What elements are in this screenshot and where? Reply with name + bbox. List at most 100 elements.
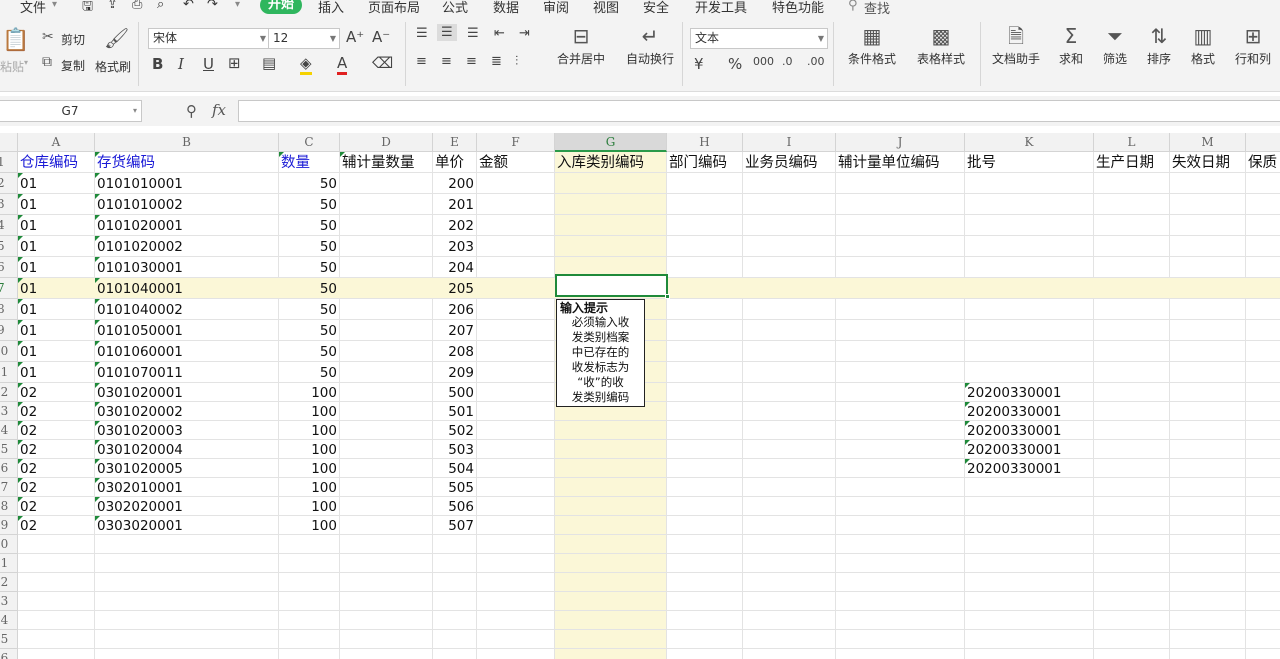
- tab-formulas[interactable]: 公式: [442, 0, 468, 16]
- number-format-select[interactable]: 文本 ▼: [690, 28, 828, 49]
- row-header[interactable]: 15: [0, 440, 18, 459]
- batch-number-cell[interactable]: 20200330001: [967, 384, 1091, 402]
- header-cell-g[interactable]: 入库类别编码: [557, 153, 664, 173]
- sum-button[interactable]: Σ 求和: [1052, 24, 1090, 67]
- wrap-text-button[interactable]: ↵ 自动换行: [622, 24, 678, 67]
- copy-button[interactable]: 复制: [61, 57, 85, 74]
- column-header-k[interactable]: K: [965, 133, 1094, 152]
- inventory-code-cell[interactable]: 0101050001: [97, 321, 276, 341]
- quantity-cell[interactable]: 100: [281, 403, 337, 421]
- currency-icon[interactable]: ¥: [694, 55, 704, 73]
- header-cell-k[interactable]: 批号: [967, 153, 1091, 173]
- thousands-icon[interactable]: 000: [753, 55, 774, 68]
- batch-number-cell[interactable]: 20200330001: [967, 460, 1091, 478]
- row-header[interactable]: 2: [0, 173, 18, 194]
- font-color-icon[interactable]: A: [337, 54, 348, 75]
- quantity-cell[interactable]: 50: [281, 279, 337, 299]
- header-cell-h[interactable]: 部门编码: [669, 153, 740, 173]
- warehouse-code-cell[interactable]: 02: [20, 422, 92, 440]
- warehouse-code-cell[interactable]: 02: [20, 441, 92, 459]
- quantity-cell[interactable]: 50: [281, 300, 337, 320]
- quantity-cell[interactable]: 50: [281, 342, 337, 362]
- unit-price-cell[interactable]: 207: [435, 321, 474, 341]
- inventory-code-cell[interactable]: 0301020005: [97, 460, 276, 478]
- quantity-cell[interactable]: 100: [281, 460, 337, 478]
- unit-price-cell[interactable]: 208: [435, 342, 474, 362]
- row-header[interactable]: 9: [0, 320, 18, 341]
- header-cell-d[interactable]: 辅计量数量: [342, 153, 430, 173]
- merge-center-button[interactable]: ⊟ 合并居中: [553, 24, 609, 67]
- inventory-code-cell[interactable]: 0101020002: [97, 237, 276, 257]
- tab-developer[interactable]: 开发工具: [695, 0, 747, 16]
- inventory-code-cell[interactable]: 0101040001: [97, 279, 276, 299]
- column-header-e[interactable]: E: [433, 133, 477, 152]
- unit-price-cell[interactable]: 502: [435, 422, 474, 440]
- column-header-f[interactable]: F: [477, 133, 555, 152]
- batch-number-cell[interactable]: 20200330001: [967, 441, 1091, 459]
- quantity-cell[interactable]: 50: [281, 363, 337, 383]
- column-header-c[interactable]: C: [279, 133, 340, 152]
- row-header[interactable]: 20: [0, 535, 18, 554]
- decrease-font-icon[interactable]: A⁻: [372, 28, 390, 46]
- inventory-code-cell[interactable]: 0101040002: [97, 300, 276, 320]
- font-size-select[interactable]: 12 ▼: [268, 28, 340, 49]
- paste-dropdown-icon[interactable]: ▾: [24, 58, 28, 67]
- copy-icon[interactable]: ⧉: [42, 54, 52, 70]
- formula-input[interactable]: [238, 100, 1280, 122]
- inventory-code-cell[interactable]: 0301020004: [97, 441, 276, 459]
- name-box[interactable]: G7 ▾: [0, 100, 142, 122]
- print-icon[interactable]: ⎙: [132, 0, 142, 12]
- unit-price-cell[interactable]: 206: [435, 300, 474, 320]
- unit-price-cell[interactable]: 200: [435, 174, 474, 194]
- format-painter-button[interactable]: 格式刷: [95, 58, 131, 75]
- italic-icon[interactable]: I: [178, 55, 184, 73]
- row-header[interactable]: 13: [0, 402, 18, 421]
- unit-price-cell[interactable]: 203: [435, 237, 474, 257]
- fill-handle[interactable]: [665, 294, 670, 299]
- header-cell-f[interactable]: 金额: [479, 153, 552, 173]
- unit-price-cell[interactable]: 506: [435, 498, 474, 516]
- align-top-icon[interactable]: ☰: [416, 26, 428, 41]
- warehouse-code-cell[interactable]: 01: [20, 237, 92, 257]
- decrease-decimal-icon[interactable]: .00: [807, 55, 825, 68]
- justify-icon[interactable]: ≣: [491, 54, 502, 69]
- warehouse-code-cell[interactable]: 01: [20, 321, 92, 341]
- header-cell-i[interactable]: 业务员编码: [745, 153, 833, 173]
- column-header-i[interactable]: I: [743, 133, 836, 152]
- column-header-l[interactable]: L: [1094, 133, 1170, 152]
- quantity-cell[interactable]: 100: [281, 422, 337, 440]
- unit-price-cell[interactable]: 204: [435, 258, 474, 278]
- menu-file[interactable]: 文件: [20, 0, 46, 16]
- bold-icon[interactable]: B: [152, 55, 163, 73]
- redo-icon[interactable]: ↷: [207, 0, 218, 12]
- outdent-icon[interactable]: ⇤: [494, 26, 505, 41]
- column-header-d[interactable]: D: [340, 133, 433, 152]
- warehouse-code-cell[interactable]: 02: [20, 498, 92, 516]
- column-header-g[interactable]: G: [555, 133, 667, 152]
- row-header[interactable]: 19: [0, 516, 18, 535]
- header-cell-e[interactable]: 单价: [435, 153, 474, 173]
- row-header[interactable]: 11: [0, 362, 18, 383]
- column-header-m[interactable]: M: [1170, 133, 1246, 152]
- row-header[interactable]: 8: [0, 299, 18, 320]
- align-middle-icon[interactable]: ☰: [437, 24, 457, 41]
- warehouse-code-cell[interactable]: 01: [20, 279, 92, 299]
- inventory-code-cell[interactable]: 0101020001: [97, 216, 276, 236]
- row-header[interactable]: 14: [0, 421, 18, 440]
- header-cell-b[interactable]: 存货编码: [97, 153, 276, 173]
- quantity-cell[interactable]: 100: [281, 498, 337, 516]
- unit-price-cell[interactable]: 500: [435, 384, 474, 402]
- inventory-code-cell[interactable]: 0302010001: [97, 479, 276, 497]
- tab-security[interactable]: 安全: [643, 0, 669, 16]
- warehouse-code-cell[interactable]: 01: [20, 174, 92, 194]
- align-bottom-icon[interactable]: ☰: [467, 26, 479, 41]
- unit-price-cell[interactable]: 202: [435, 216, 474, 236]
- percent-icon[interactable]: %: [728, 55, 742, 73]
- header-cell-n[interactable]: 保质: [1248, 153, 1280, 173]
- unit-price-cell[interactable]: 507: [435, 517, 474, 535]
- align-left-icon[interactable]: ≡: [416, 54, 427, 69]
- cell-style-icon[interactable]: ▤: [262, 54, 276, 72]
- filter-button[interactable]: ⏷ 筛选: [1096, 24, 1134, 67]
- distributed-icon[interactable]: ⫶: [515, 54, 518, 69]
- tab-data[interactable]: 数据: [493, 0, 519, 16]
